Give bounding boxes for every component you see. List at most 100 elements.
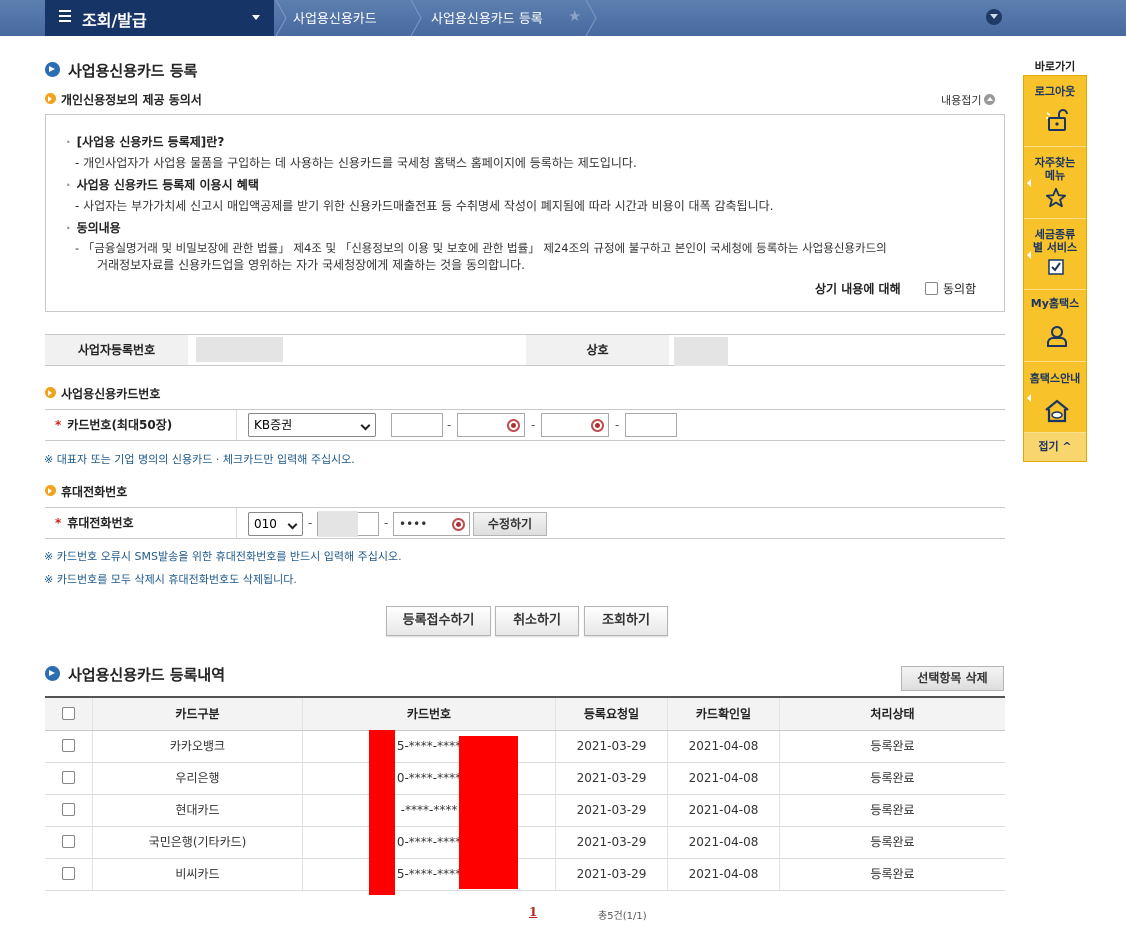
card-number-part3[interactable]: [541, 413, 609, 437]
cell-card-number: 5-****-****: [303, 731, 556, 762]
card-company-select[interactable]: KB증권: [248, 413, 376, 437]
consent-answer-2: - 사업자는 부가가치세 신고시 매입액공제를 받기 위한 신용카드매출전표 등…: [75, 199, 774, 213]
row-select-cell: [45, 731, 93, 762]
dash-separator: -: [384, 516, 389, 530]
registration-table: 카드구분 카드번호 등록요청일 카드확인일 처리상태 카카오뱅크 5-****-…: [45, 696, 1005, 891]
row-checkbox[interactable]: [62, 739, 75, 752]
unlock-icon: [1045, 108, 1069, 135]
quick-item-tax-services[interactable]: 세금종류별 서비스: [1024, 219, 1086, 290]
cell-company: 현대카드: [93, 795, 303, 826]
card-section-title: 사업용신용카드번호: [61, 387, 161, 401]
dash-separator: -: [447, 418, 452, 432]
card-number-part1[interactable]: [391, 413, 443, 437]
trade-name-label: 상호: [526, 335, 669, 365]
row-select-cell: [45, 827, 93, 858]
secure-keypad-icon[interactable]: [591, 419, 604, 432]
dash-separator: -: [308, 516, 313, 530]
delete-selected-button[interactable]: 선택항목 삭제: [901, 666, 1004, 691]
caret-down-icon[interactable]: [252, 15, 260, 20]
redaction-block: [459, 736, 518, 889]
main-menu-dropdown[interactable]: 조회/발급: [45, 0, 274, 36]
page-title: 사업용신용카드 등록: [68, 62, 198, 80]
search-button[interactable]: 조회하기: [584, 606, 668, 636]
quick-item-my-hometax[interactable]: My홈택스: [1024, 290, 1086, 362]
row-checkbox[interactable]: [62, 771, 75, 784]
subsection-arrow-icon: [45, 93, 56, 104]
quick-menu-title: 바로가기: [1034, 60, 1076, 73]
edit-phone-button[interactable]: 수정하기: [473, 512, 547, 536]
quick-menu: 로그아웃 자주찾는 메뉴 세금종류별 서비스 My홈택스 홈택스안내 접기 ^: [1023, 75, 1087, 462]
submit-registration-button[interactable]: 등록접수하기: [386, 606, 491, 636]
agree-prefix: 상기 내용에 대해: [815, 282, 901, 296]
select-all-checkbox[interactable]: [62, 707, 75, 720]
quick-item-hometax-guide[interactable]: 홈택스안내: [1024, 362, 1086, 433]
section-arrow-icon: [45, 62, 60, 77]
quick-item-label: 자주찾는 메뉴: [1034, 156, 1076, 182]
cell-company: 우리은행: [93, 763, 303, 794]
phone-prefix-select[interactable]: 010: [248, 512, 303, 536]
phone-last-input[interactable]: ••••: [393, 512, 470, 536]
business-reg-no-value: [196, 337, 283, 362]
cell-request-date: 2021-03-29: [556, 827, 668, 858]
column-header-card-number: 카드번호: [303, 698, 556, 730]
card-number-row: * 카드번호(최대50장) KB증권 - - -: [45, 409, 1005, 441]
quick-item-label: 홈택스안내: [1029, 372, 1081, 385]
card-number-part2[interactable]: [457, 413, 525, 437]
card-number-label-text: 카드번호(최대50장): [67, 418, 173, 432]
breadcrumb-item-2[interactable]: 사업용신용카드 등록: [431, 8, 543, 27]
quick-item-frequent[interactable]: 자주찾는 메뉴: [1024, 147, 1086, 219]
quick-menu-fold-button[interactable]: 접기 ^: [1024, 433, 1086, 461]
collapse-content-link[interactable]: 내용접기: [941, 92, 996, 108]
secure-keypad-icon[interactable]: [507, 419, 520, 432]
quick-item-label: 세금종류별 서비스: [1032, 228, 1078, 254]
consent-question-2: 사업용 신용카드 등록제 이용시 혜택: [66, 176, 259, 193]
agree-checkbox[interactable]: [925, 282, 938, 295]
quick-item-logout[interactable]: 로그아웃: [1024, 76, 1086, 147]
consent-answer-3-line2: 거래정보자료를 신용카드업을 영위하는 자가 국세청장에게 제출하는 것을 동의…: [97, 258, 525, 272]
user-icon: [1045, 324, 1069, 351]
cell-confirm-date: 2021-04-08: [668, 859, 780, 890]
cell-status: 등록완료: [870, 803, 915, 817]
cell-status: 등록완료: [870, 835, 915, 849]
row-checkbox[interactable]: [62, 867, 75, 880]
cell-confirm-date: 2021-04-08: [668, 763, 780, 794]
secure-keypad-icon[interactable]: [452, 518, 465, 531]
expand-toggle-icon[interactable]: [986, 9, 1002, 25]
business-info-row: 사업자등록번호 상호: [45, 334, 1005, 366]
total-count: 총5건(1/1): [598, 911, 647, 922]
select-all-cell: [45, 698, 93, 730]
row-checkbox[interactable]: [62, 803, 75, 816]
trade-name-value: [674, 337, 728, 366]
subsection-arrow-icon: [45, 485, 56, 496]
business-reg-no-label: 사업자등록번호: [45, 335, 188, 365]
checkbox-icon: [1048, 259, 1064, 278]
cell-card-number: 0-****-****: [303, 827, 556, 858]
subsection-arrow-icon: [45, 387, 56, 398]
page-number-link[interactable]: 1: [529, 905, 537, 919]
row-checkbox[interactable]: [62, 835, 75, 848]
phone-prefix-selected: 010: [254, 517, 277, 531]
chevron-up-icon: [984, 94, 996, 105]
dash-separator: -: [531, 418, 536, 432]
required-marker: *: [55, 516, 62, 530]
breadcrumb-separator: [584, 0, 598, 36]
phone-label-text: 휴대전화번호: [67, 516, 134, 530]
table-row: 현대카드 -****-**** 2021-03-29 2021-04-08 등록…: [45, 795, 1005, 827]
table-row: 우리은행 0-****-**** 2021-03-29 2021-04-08 등…: [45, 763, 1005, 795]
consent-title: 개인신용정보의 제공 동의서: [61, 93, 202, 107]
favorite-star-icon[interactable]: ★: [568, 7, 581, 25]
cell-confirm-date: 2021-04-08: [668, 731, 780, 762]
card-number-part4[interactable]: [625, 413, 677, 437]
cell-card-number: 5-****-****: [303, 859, 556, 890]
column-header-status: 처리상태: [870, 707, 915, 721]
table-row: 비씨카드 5-****-**** 2021-03-29 2021-04-08 등…: [45, 859, 1005, 891]
card-note: ※ 대표자 또는 기업 명의의 신용카드 · 체크카드만 입력해 주십시오.: [44, 453, 355, 466]
cancel-button[interactable]: 취소하기: [495, 606, 579, 636]
cell-request-date: 2021-03-29: [556, 795, 668, 826]
hamburger-icon[interactable]: [59, 10, 71, 22]
masked-phone-middle: [318, 511, 358, 537]
breadcrumb-item-1[interactable]: 사업용신용카드: [293, 8, 377, 27]
agree-checkbox-label[interactable]: 동의함: [943, 280, 976, 297]
cell-request-date: 2021-03-29: [556, 763, 668, 794]
phone-middle-input[interactable]: [317, 511, 379, 537]
